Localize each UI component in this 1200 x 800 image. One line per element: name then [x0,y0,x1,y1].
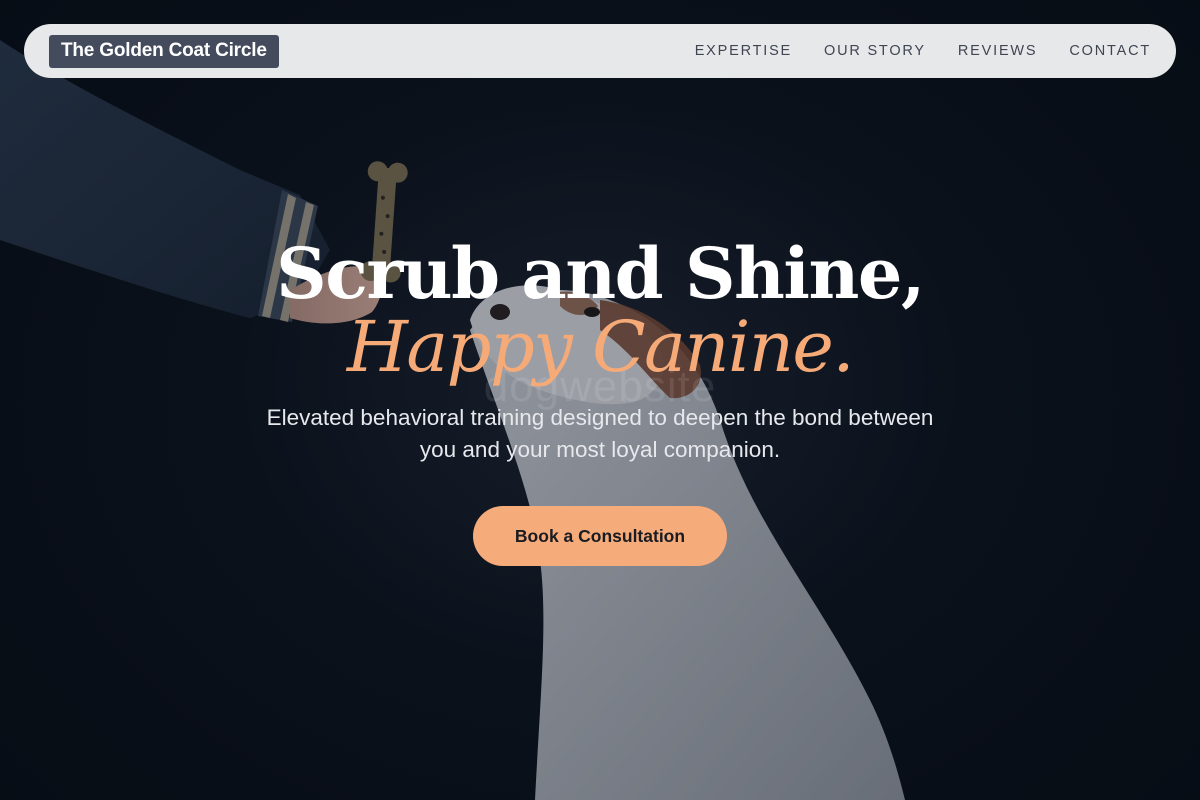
hero-section: dogwebsite Scrub and Shine, Happy Canine… [0,0,1200,800]
hero-subtitle: Elevated behavioral training designed to… [266,405,934,462]
nav-links: EXPERTISE OUR STORY REVIEWS CONTACT [695,43,1151,59]
brand-logo[interactable]: The Golden Coat Circle [49,34,279,68]
nav-link-reviews[interactable]: REVIEWS [958,43,1037,59]
nav-link-our-story[interactable]: OUR STORY [824,43,926,59]
hero-headline-line1: Scrub and Shine, [276,232,925,315]
hero-headline-line2: Happy Canine. [346,306,855,388]
nav-link-contact[interactable]: CONTACT [1069,43,1151,59]
nav-link-expertise[interactable]: EXPERTISE [695,43,792,59]
book-consultation-button[interactable]: Book a Consultation [473,506,727,566]
top-navigation-bar: The Golden Coat Circle EXPERTISE OUR STO… [24,24,1176,78]
